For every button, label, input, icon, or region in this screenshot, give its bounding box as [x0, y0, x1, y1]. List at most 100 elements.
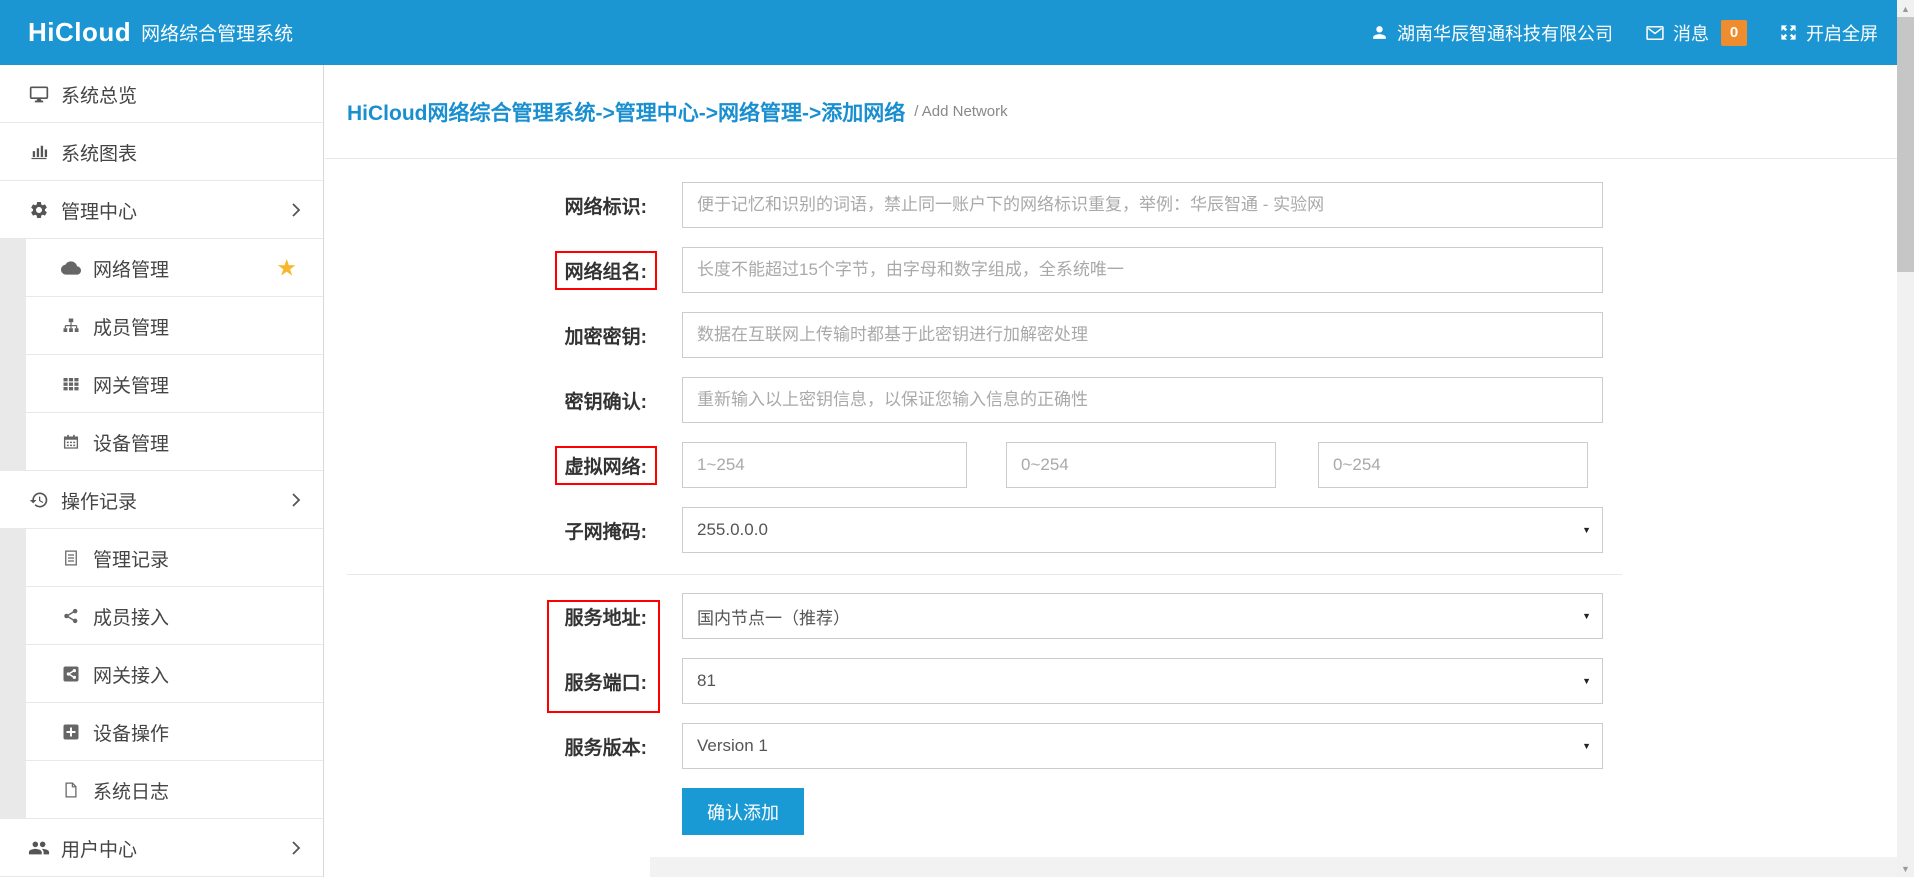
sidebar-item-label: 管理中心: [61, 197, 137, 224]
sidebar-item-operation-records[interactable]: 操作记录: [0, 471, 323, 529]
network-id-input[interactable]: [682, 182, 1603, 228]
service-version-value: Version 1: [697, 736, 768, 756]
section-divider: [347, 574, 1622, 575]
sidebar-item-label: 管理记录: [93, 545, 169, 572]
highlight-box-group-name: 网络组名:: [555, 251, 657, 290]
sidebar-item-network-management[interactable]: 网络管理 ★: [0, 239, 323, 297]
sidebar-item-management-center[interactable]: 管理中心: [0, 181, 323, 239]
history-icon: [26, 490, 52, 510]
breadcrumb: HiCloud网络综合管理系统->管理中心->网络管理->添加网络: [347, 97, 905, 127]
add-network-form: 网络标识: 网络组名: 加密密钥: 密钥确认:: [325, 159, 1897, 835]
grid-icon: [58, 375, 84, 393]
sidebar-item-gateway-access[interactable]: 网关接入: [0, 645, 323, 703]
subnet-mask-label: 子网掩码:: [325, 517, 647, 544]
app-header: HiCloud 网络综合管理系统 湖南华辰智通科技有限公司 消息 0 开启全屏: [0, 0, 1914, 65]
subnet-mask-select[interactable]: 255.0.0.0 ▼: [682, 507, 1603, 553]
bar-chart-icon: [26, 142, 52, 162]
sidebar: 系统总览 系统图表 管理中心 网络管理 ★ 成员管理 网关管理: [0, 65, 324, 877]
sidebar-item-user-center[interactable]: 用户中心: [0, 819, 323, 877]
sidebar-item-member-management[interactable]: 成员管理: [0, 297, 323, 355]
system-name: 网络综合管理系统: [141, 19, 293, 46]
main-content: HiCloud网络综合管理系统->管理中心->网络管理->添加网络 / Add …: [325, 65, 1897, 877]
group-name-input[interactable]: [682, 247, 1603, 293]
vnet-octet2-input[interactable]: [1006, 442, 1276, 488]
star-icon: ★: [276, 257, 297, 280]
caret-down-icon: ▼: [1582, 741, 1591, 751]
monitor-icon: [26, 84, 52, 104]
caret-down-icon: ▼: [1582, 525, 1591, 535]
vertical-scrollbar[interactable]: ▲ ▼: [1897, 0, 1914, 877]
group-name-label: 网络组名:: [325, 251, 647, 290]
sidebar-item-label: 设备管理: [93, 429, 169, 456]
vnet-octet3-input[interactable]: [1318, 442, 1588, 488]
scroll-down-arrow-icon[interactable]: ▼: [1897, 860, 1914, 877]
breadcrumb-bar: HiCloud网络综合管理系统->管理中心->网络管理->添加网络 / Add …: [325, 65, 1897, 159]
service-port-select[interactable]: 81 ▼: [682, 658, 1603, 704]
sidebar-item-label: 成员接入: [93, 603, 169, 630]
sidebar-item-label: 系统日志: [93, 777, 169, 804]
chevron-right-icon: [291, 492, 301, 508]
sidebar-item-management-records[interactable]: 管理记录: [0, 529, 323, 587]
sidebar-item-label: 操作记录: [61, 487, 137, 514]
key-confirm-input[interactable]: [682, 377, 1603, 423]
service-address-select[interactable]: 国内节点一（推荐） ▼: [682, 593, 1603, 639]
share-square-icon: [58, 665, 84, 683]
messages-count-badge: 0: [1721, 20, 1747, 46]
sidebar-item-member-access[interactable]: 成员接入: [0, 587, 323, 645]
sitemap-icon: [58, 317, 84, 335]
cloud-icon: [58, 258, 84, 278]
users-icon: [26, 837, 52, 859]
user-icon: [1370, 23, 1389, 42]
sidebar-item-device-operations[interactable]: 设备操作: [0, 703, 323, 761]
sidebar-item-device-management[interactable]: 设备管理: [0, 413, 323, 471]
brand-logo: HiCloud: [28, 17, 131, 48]
footer-strip: [650, 857, 1914, 877]
plus-square-icon: [58, 723, 84, 741]
encrypt-key-label: 加密密钥:: [325, 322, 647, 349]
confirm-add-button[interactable]: 确认添加: [682, 788, 804, 835]
scroll-up-arrow-icon[interactable]: ▲: [1897, 0, 1914, 17]
service-port-value: 81: [697, 671, 716, 691]
sidebar-item-system-overview[interactable]: 系统总览: [0, 65, 323, 123]
fullscreen-label: 开启全屏: [1806, 20, 1878, 46]
service-port-label: 服务端口:: [325, 668, 647, 695]
subnet-mask-value: 255.0.0.0: [697, 520, 768, 540]
file-text-icon: [58, 549, 84, 567]
service-version-label: 服务版本:: [325, 733, 647, 760]
virtual-network-label: 虚拟网络:: [325, 446, 647, 485]
sidebar-item-label: 成员管理: [93, 313, 169, 340]
sidebar-item-gateway-management[interactable]: 网关管理: [0, 355, 323, 413]
chevron-right-icon: [291, 840, 301, 856]
breadcrumb-suffix: / Add Network: [914, 103, 1007, 120]
sidebar-item-label: 网关管理: [93, 371, 169, 398]
sidebar-item-label: 用户中心: [61, 835, 137, 862]
header-right: 湖南华辰智通科技有限公司 消息 0 开启全屏: [1370, 20, 1878, 46]
caret-down-icon: ▼: [1582, 676, 1591, 686]
service-address-label: 服务地址:: [325, 603, 647, 630]
share-icon: [58, 607, 84, 625]
chevron-right-icon: [291, 202, 301, 218]
sidebar-item-label: 系统图表: [61, 139, 137, 166]
gears-icon: [26, 200, 52, 220]
sidebar-item-label: 网络管理: [93, 255, 169, 282]
sidebar-item-system-charts[interactable]: 系统图表: [0, 123, 323, 181]
fullscreen-button[interactable]: 开启全屏: [1779, 20, 1878, 46]
envelope-icon: [1645, 23, 1665, 43]
sidebar-item-label: 网关接入: [93, 661, 169, 688]
sidebar-item-label: 设备操作: [93, 719, 169, 746]
company-account[interactable]: 湖南华辰智通科技有限公司: [1370, 20, 1613, 46]
messages-label: 消息: [1673, 20, 1709, 46]
sidebar-item-label: 系统总览: [61, 81, 137, 108]
vnet-octet1-input[interactable]: [682, 442, 967, 488]
service-version-select[interactable]: Version 1 ▼: [682, 723, 1603, 769]
sidebar-item-system-logs[interactable]: 系统日志: [0, 761, 323, 819]
calendar-icon: [58, 433, 84, 451]
service-address-value: 国内节点一（推荐）: [697, 604, 850, 629]
caret-down-icon: ▼: [1582, 611, 1591, 621]
encrypt-key-input[interactable]: [682, 312, 1603, 358]
messages-button[interactable]: 消息 0: [1645, 20, 1747, 46]
fullscreen-icon: [1779, 23, 1798, 42]
file-icon: [58, 781, 84, 799]
scrollbar-thumb[interactable]: [1897, 17, 1914, 272]
company-name: 湖南华辰智通科技有限公司: [1397, 20, 1613, 46]
